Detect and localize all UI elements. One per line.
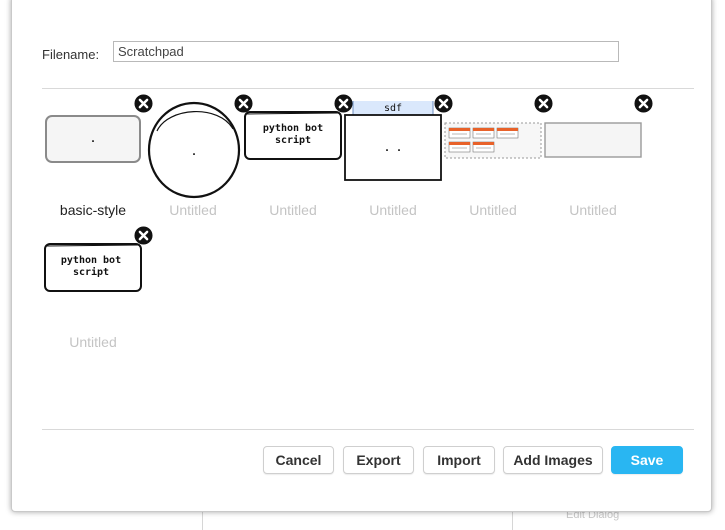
shape-thumbnail: python bot script: [244, 111, 342, 160]
thumb-text: . .: [384, 143, 402, 154]
item-caption: Untitled: [169, 202, 217, 218]
remove-item-icon[interactable]: [134, 226, 153, 245]
item-caption: Untitled: [369, 202, 417, 218]
mini-widget: [472, 127, 495, 139]
item-caption: Untitled: [69, 334, 117, 350]
library-item[interactable]: . Untitled: [143, 94, 253, 221]
add-images-button[interactable]: Add Images: [503, 446, 603, 474]
save-button[interactable]: Save: [611, 446, 683, 474]
shape-thumbnail: python bot script: [44, 243, 142, 292]
thumb-text: python bot: [263, 123, 323, 134]
cancel-button[interactable]: Cancel: [263, 446, 334, 474]
library-item[interactable]: Untitled: [543, 94, 653, 221]
shape-thumbnail: .: [147, 101, 241, 199]
mini-widget: [448, 141, 471, 153]
filename-label: Filename:: [42, 47, 100, 62]
shape-thumbnail: [544, 122, 642, 158]
export-button[interactable]: Export: [343, 446, 414, 474]
library-item[interactable]: Untitled: [443, 94, 553, 221]
mini-widget: [448, 127, 471, 139]
top-divider: [42, 88, 694, 89]
library-item[interactable]: sdf . . Untitled: [343, 94, 453, 221]
filename-input[interactable]: [113, 41, 619, 62]
background-divider: [512, 512, 513, 530]
library-item[interactable]: . basic-style: [43, 94, 153, 221]
mini-widget: [472, 141, 495, 153]
scratchpad-dialog: Filename: . basic-style . Untitled pytho…: [11, 0, 712, 512]
item-caption: basic-style: [59, 202, 127, 218]
thumb-text: .: [90, 134, 96, 145]
library-item[interactable]: python bot script Untitled: [243, 94, 353, 221]
shape-thumbnail: sdf . .: [344, 101, 442, 181]
import-button[interactable]: Import: [423, 446, 495, 474]
item-caption: Untitled: [269, 202, 317, 218]
bottom-divider: [42, 429, 694, 430]
thumb-header-text: sdf: [384, 103, 402, 114]
thumb-text: python bot: [61, 255, 121, 266]
library-item[interactable]: python bot script Untitled: [43, 226, 153, 353]
thumb-text: script: [73, 266, 109, 278]
shape-thumbnail: .: [45, 115, 141, 163]
remove-item-icon[interactable]: [634, 94, 653, 113]
mini-widget: [496, 127, 519, 139]
item-caption: Untitled: [569, 202, 617, 218]
shape-thumbnail: [444, 122, 542, 159]
thumb-text: script: [275, 134, 311, 146]
thumb-text: .: [191, 147, 197, 158]
item-caption: Untitled: [469, 202, 517, 218]
